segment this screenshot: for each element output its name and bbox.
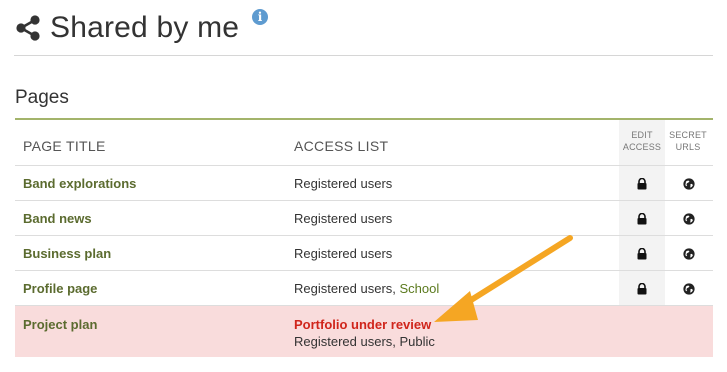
edit-access-cell [619, 271, 665, 305]
secret-urls-cell [665, 166, 713, 200]
edit-access-cell [619, 201, 665, 235]
shared-pages-table: PAGE TITLE ACCESS LIST EDIT ACCESS SECRE… [15, 120, 713, 357]
share-icon [16, 15, 40, 41]
edit-access-label-line1: EDIT [631, 130, 653, 140]
globe-icon[interactable] [683, 283, 695, 295]
lock-icon[interactable] [636, 248, 648, 260]
column-header-access-list: ACCESS LIST [294, 138, 389, 154]
globe-icon[interactable] [683, 248, 695, 260]
edit-access-cell [619, 166, 665, 200]
secret-urls-label-line1: SECRET [669, 130, 707, 140]
secret-urls-label-line2: URLS [675, 142, 701, 152]
access-list-text: Registered users, Public [294, 334, 435, 349]
access-list: Registered users [294, 176, 392, 191]
secret-urls-cell [665, 236, 713, 270]
lock-icon[interactable] [636, 178, 648, 190]
column-header-edit-access: EDIT ACCESS [619, 120, 665, 165]
access-list-text: Registered users [294, 211, 393, 226]
globe-icon[interactable] [683, 213, 695, 225]
table-row: Profile page Registered users, School [15, 271, 713, 306]
section-heading: Pages [15, 87, 69, 108]
edit-access-label-line2: ACCESS [622, 142, 662, 152]
table-row: Business plan Registered users [15, 236, 713, 271]
page-title: Shared by me [50, 11, 240, 44]
table-header: PAGE TITLE ACCESS LIST EDIT ACCESS SECRE… [15, 120, 713, 166]
lock-icon[interactable] [636, 283, 648, 295]
page-title-link[interactable]: Profile page [23, 281, 97, 296]
page-title-link[interactable]: Band news [23, 211, 92, 226]
table-row-under-review: Project plan Portfolio under review Regi… [15, 306, 713, 357]
access-list: Registered users [294, 211, 392, 226]
header-divider [14, 55, 713, 56]
review-status-text: Portfolio under review [294, 317, 432, 332]
secret-urls-cell [665, 271, 713, 305]
info-icon[interactable]: i [252, 9, 268, 25]
secret-urls-cell [665, 201, 713, 235]
table-row: Band news Registered users [15, 201, 713, 236]
access-list-text: Registered users [294, 246, 393, 261]
group-link-school[interactable]: School [400, 281, 440, 296]
edit-access-cell [619, 236, 665, 270]
lock-icon[interactable] [636, 213, 648, 225]
page-header: Shared by me [14, 6, 239, 50]
access-list: Registered users, School [294, 281, 439, 296]
access-list: Registered users [294, 246, 392, 261]
page-title-link[interactable]: Business plan [23, 246, 111, 261]
column-header-secret-urls: SECRET URLS [665, 129, 711, 153]
page-title-link[interactable]: Band explorations [23, 176, 136, 191]
access-list-text: Registered users, [294, 281, 400, 296]
globe-icon[interactable] [683, 178, 695, 190]
table-row: Band explorations Registered users [15, 166, 713, 201]
access-list-text: Registered users [294, 176, 393, 191]
page-title-link[interactable]: Project plan [23, 317, 97, 332]
column-header-page-title: PAGE TITLE [23, 138, 106, 154]
